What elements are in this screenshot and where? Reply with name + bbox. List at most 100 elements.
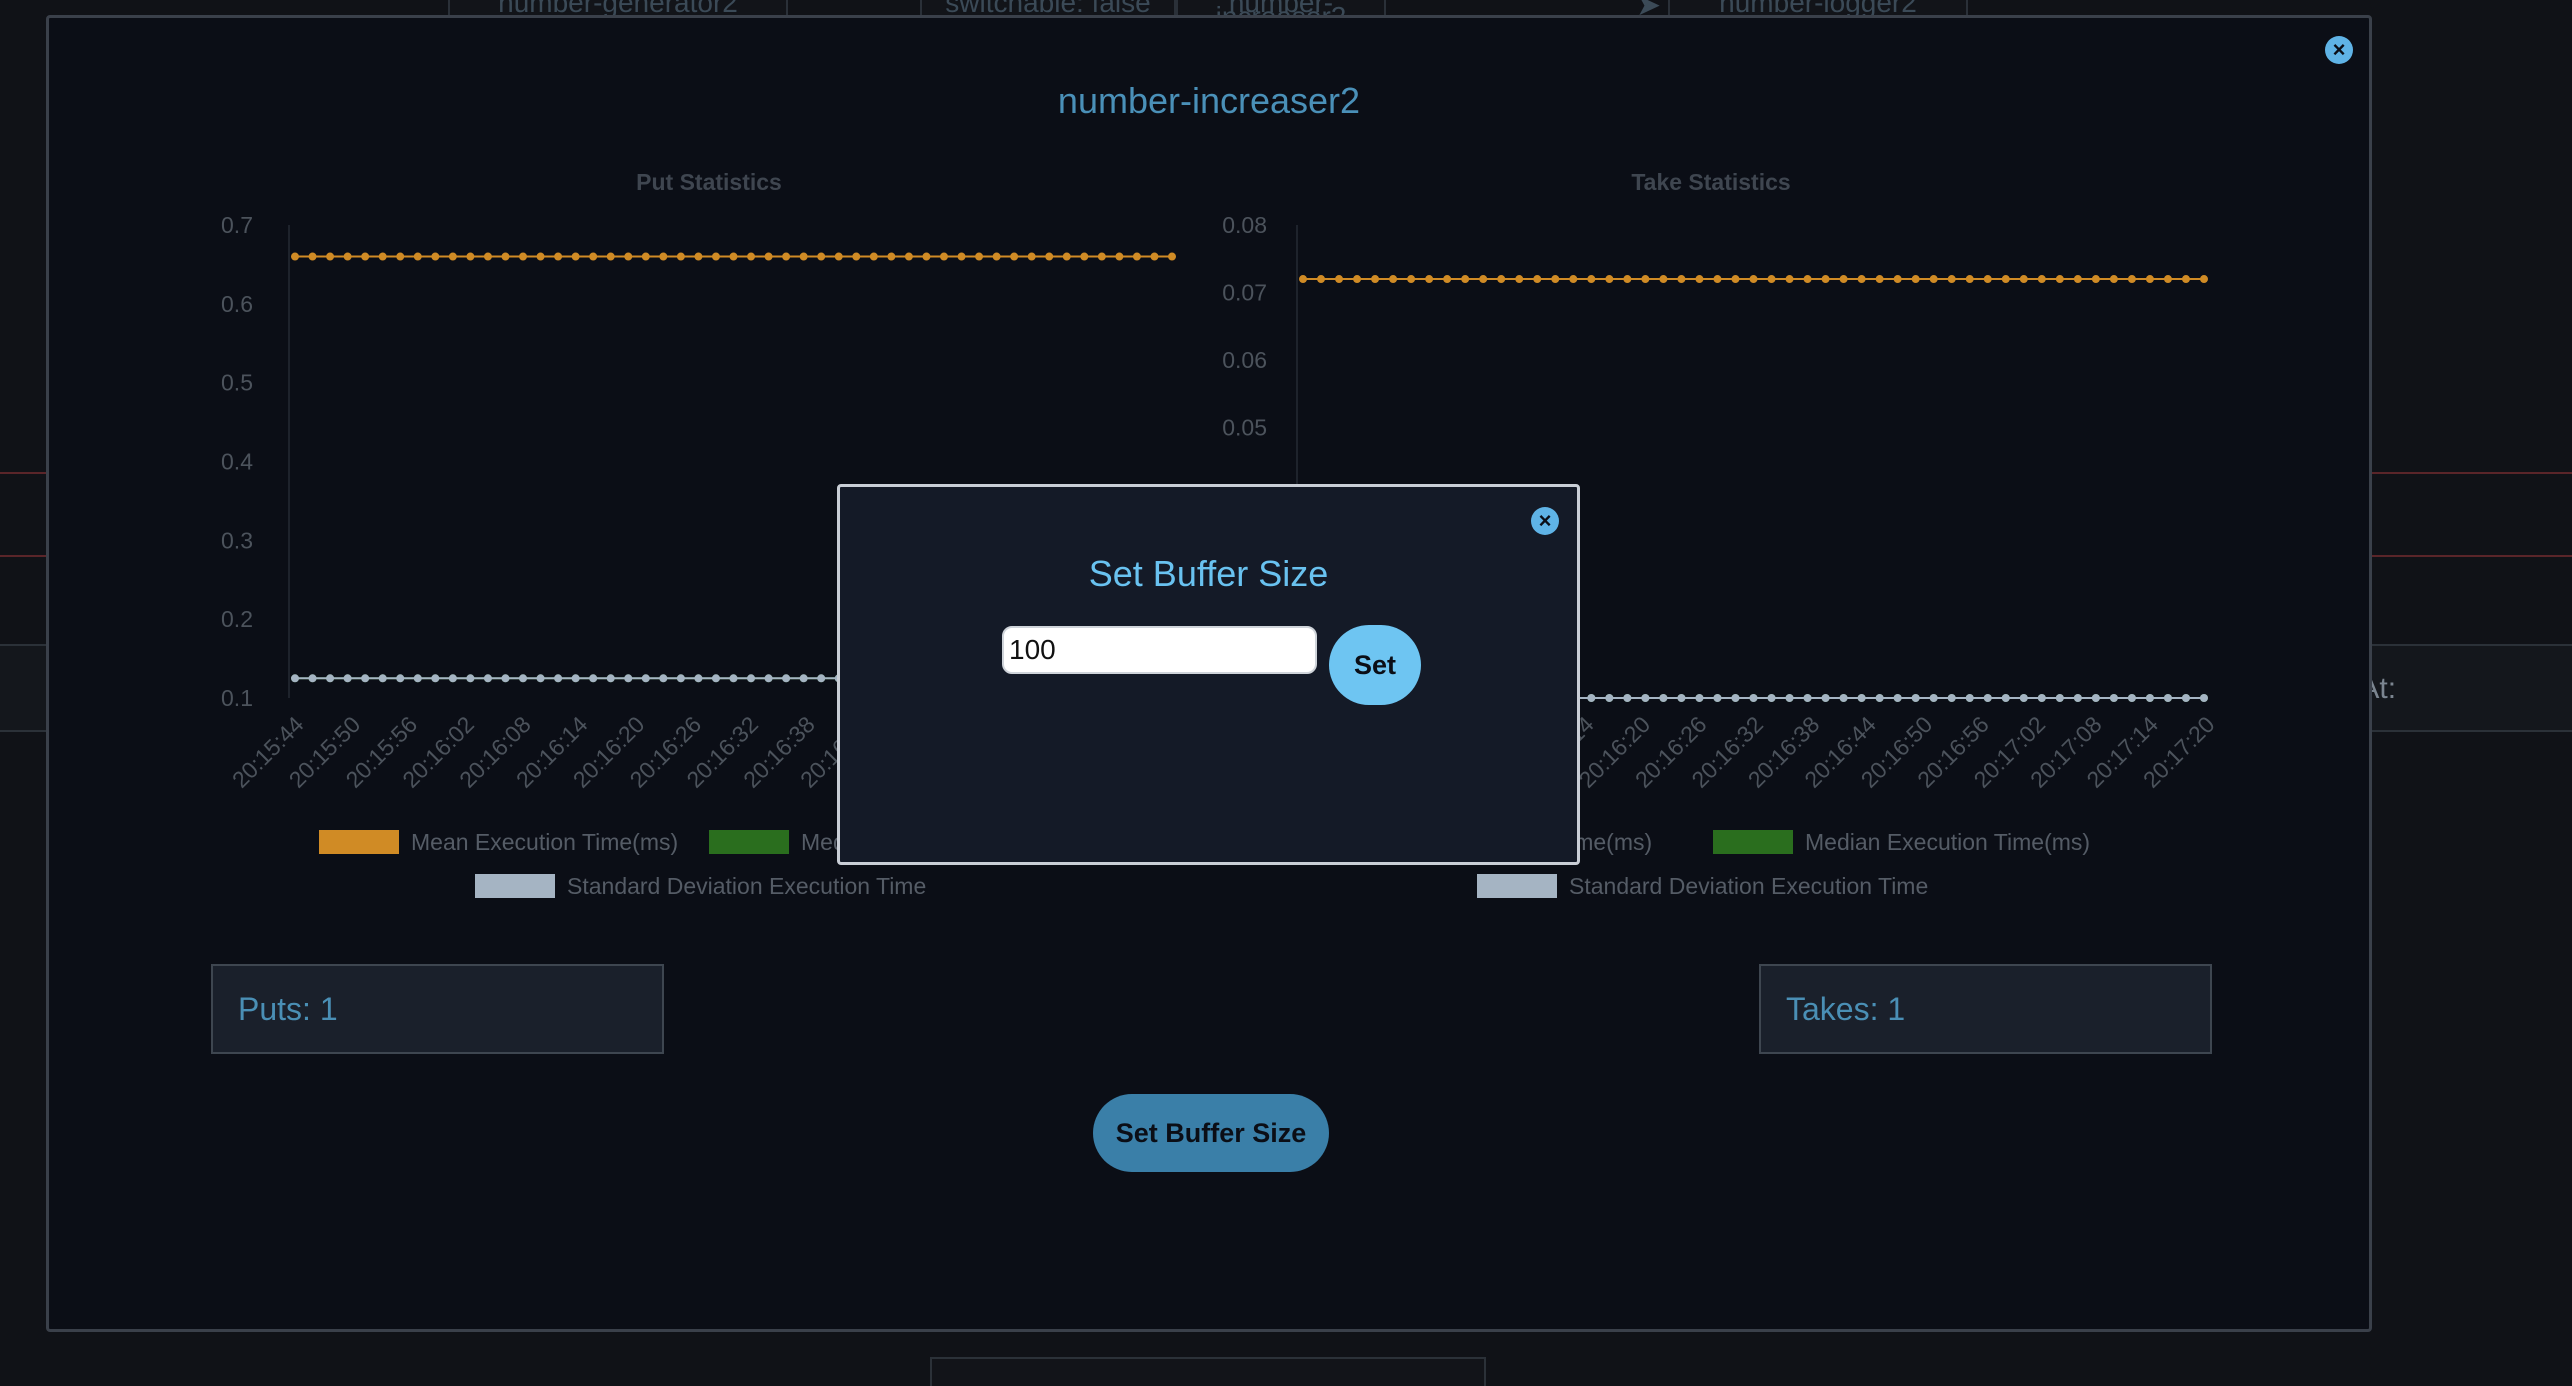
- data-point: [413, 674, 422, 683]
- data-point: [1983, 694, 1992, 702]
- data-point: [1929, 694, 1938, 702]
- data-point: [1713, 275, 1722, 284]
- data-point: [1533, 275, 1542, 284]
- data-point: [782, 252, 791, 261]
- data-point: [939, 252, 948, 261]
- data-point: [2091, 275, 2100, 284]
- data-point: [483, 252, 492, 261]
- legend-label: Standard Deviation Execution Time: [1569, 873, 1928, 899]
- data-point: [834, 252, 843, 261]
- legend-label: Median Execution Time(ms): [1805, 829, 2090, 855]
- data-point: [1749, 275, 1758, 284]
- legend-swatch: [475, 874, 555, 898]
- data-point: [361, 252, 370, 261]
- data-point: [431, 674, 440, 683]
- data-point: [1659, 275, 1668, 284]
- data-point: [624, 252, 633, 261]
- data-point: [1150, 252, 1159, 261]
- data-point: [554, 252, 563, 261]
- data-point: [1965, 275, 1974, 284]
- data-point: [641, 674, 650, 683]
- data-point: [676, 674, 685, 683]
- data-point: [852, 252, 861, 261]
- data-point: [536, 674, 545, 683]
- data-point: [2037, 275, 2046, 284]
- data-point: [1605, 275, 1614, 284]
- data-point: [536, 252, 545, 261]
- data-point: [1749, 694, 1758, 702]
- data-point: [1371, 275, 1380, 284]
- data-point: [1623, 275, 1632, 284]
- data-point: [711, 674, 720, 683]
- data-point: [729, 674, 738, 683]
- dialog-close-icon[interactable]: ×: [1531, 507, 1559, 535]
- data-point: [1821, 275, 1830, 284]
- data-point: [606, 252, 615, 261]
- data-point: [501, 674, 510, 683]
- data-point: [554, 674, 563, 683]
- data-point: [2001, 275, 2010, 284]
- data-point: [1803, 275, 1812, 284]
- data-point: [291, 674, 299, 683]
- set-buffer-size-button[interactable]: Set Buffer Size: [1093, 1094, 1329, 1172]
- data-point: [1875, 694, 1884, 702]
- data-point: [817, 252, 826, 261]
- data-point: [2181, 694, 2190, 702]
- data-point: [1045, 252, 1054, 261]
- y-tick-label: 0.3: [221, 527, 253, 553]
- data-point: [1731, 694, 1740, 702]
- data-point: [1713, 694, 1722, 702]
- set-buffer-dialog: × Set Buffer Size Set: [837, 484, 1580, 865]
- data-point: [2109, 275, 2118, 284]
- data-point: [694, 674, 703, 683]
- dialog-set-button[interactable]: Set: [1329, 625, 1421, 705]
- data-point: [2163, 694, 2172, 702]
- y-tick-label: 0.4: [221, 449, 253, 475]
- data-point: [1389, 275, 1398, 284]
- y-tick-label: 0.05: [1222, 415, 1267, 441]
- data-point: [2019, 275, 2028, 284]
- data-point: [291, 252, 299, 261]
- data-point: [519, 252, 528, 261]
- data-point: [1335, 275, 1344, 284]
- data-point: [1965, 694, 1974, 702]
- data-point: [1785, 694, 1794, 702]
- data-point: [466, 252, 475, 261]
- data-point: [2181, 275, 2190, 284]
- buffer-size-input[interactable]: [1002, 626, 1317, 674]
- data-point: [413, 252, 422, 261]
- data-point: [326, 252, 335, 261]
- data-point: [2055, 694, 2064, 702]
- data-point: [782, 674, 791, 683]
- data-point: [1080, 252, 1089, 261]
- data-point: [1062, 252, 1071, 261]
- data-point: [1857, 275, 1866, 284]
- chart-title: Take Statistics: [1631, 169, 1790, 195]
- data-point: [2163, 275, 2172, 284]
- data-point: [571, 252, 580, 261]
- data-point: [2091, 694, 2100, 702]
- y-tick-label: 0.07: [1222, 280, 1267, 306]
- data-point: [2145, 694, 2154, 702]
- data-point: [659, 674, 668, 683]
- data-point: [2200, 694, 2208, 702]
- data-point: [1677, 694, 1686, 702]
- data-point: [1587, 275, 1596, 284]
- data-point: [361, 674, 370, 683]
- data-point: [747, 252, 756, 261]
- data-point: [519, 674, 528, 683]
- legend-swatch: [319, 830, 399, 854]
- data-point: [764, 674, 773, 683]
- data-point: [308, 252, 317, 261]
- legend-swatch: [1713, 830, 1793, 854]
- data-point: [1731, 275, 1740, 284]
- data-point: [1010, 252, 1019, 261]
- data-point: [1785, 275, 1794, 284]
- y-tick-label: 0.06: [1222, 347, 1267, 373]
- data-point: [799, 252, 808, 261]
- chart-title: Put Statistics: [636, 169, 782, 195]
- data-point: [1299, 275, 1307, 284]
- data-point: [2019, 694, 2028, 702]
- data-point: [1821, 694, 1830, 702]
- data-point: [501, 252, 510, 261]
